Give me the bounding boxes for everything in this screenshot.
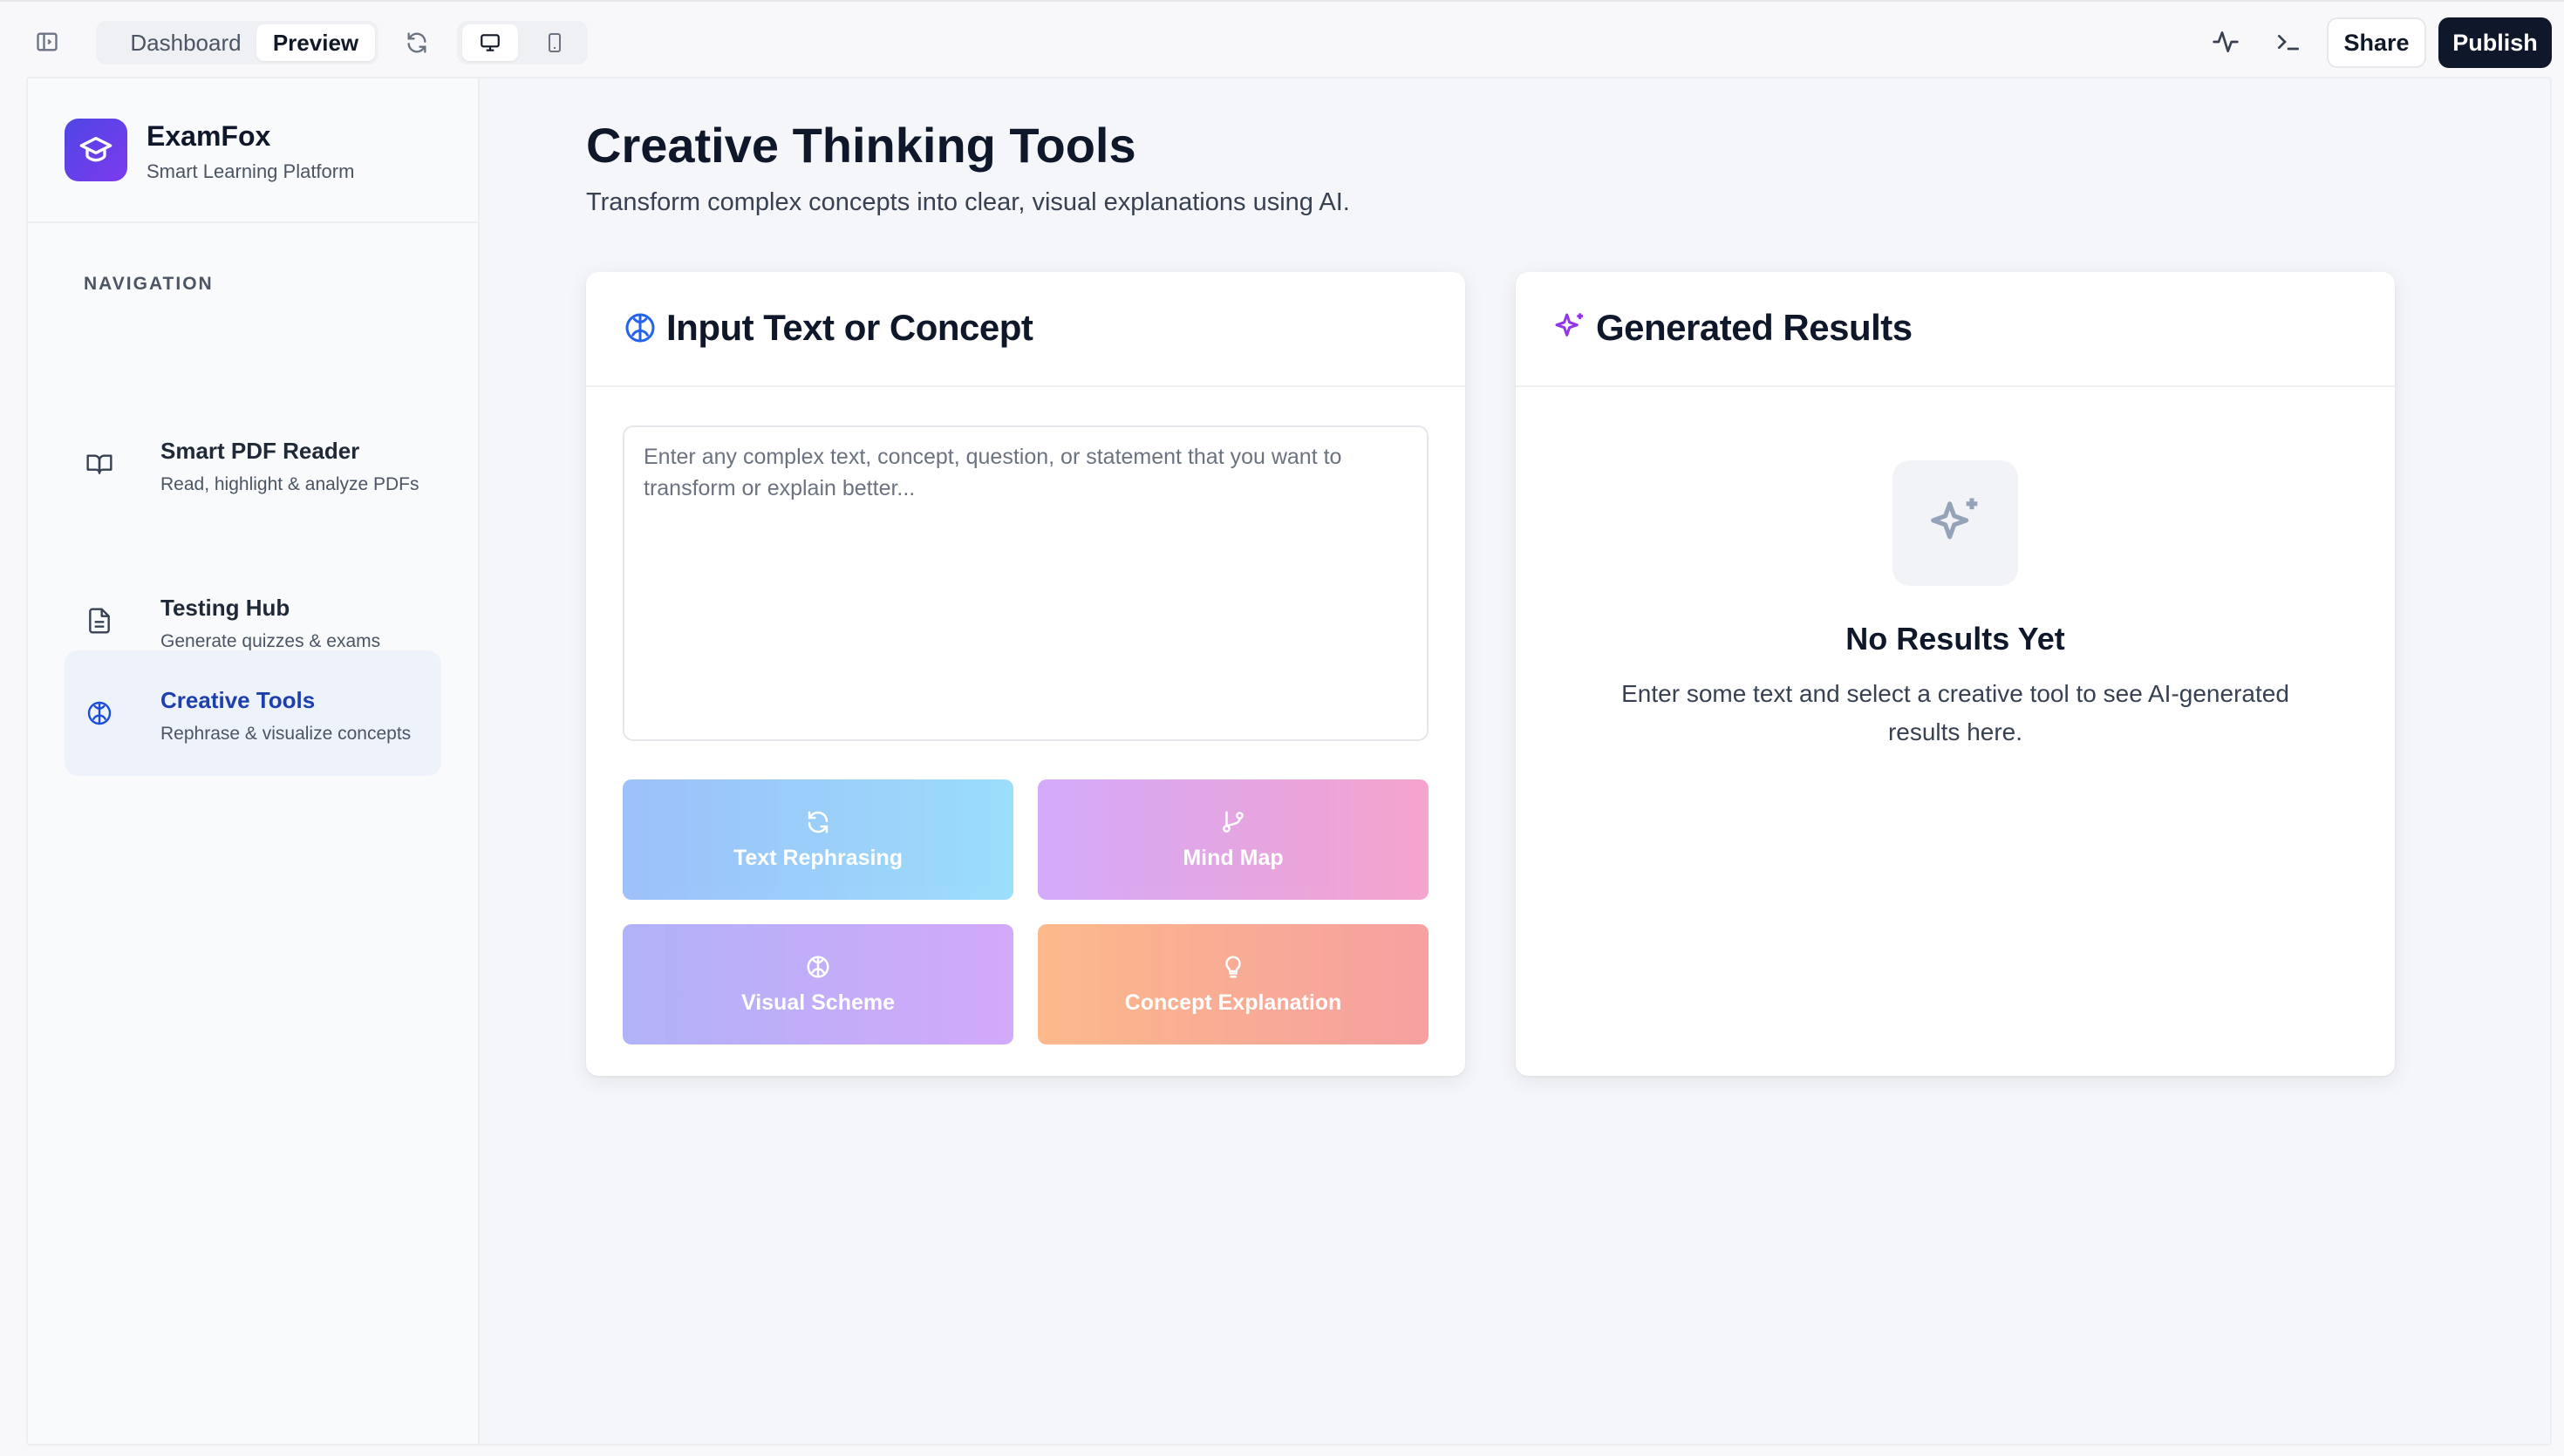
- share-button[interactable]: Share: [2327, 17, 2426, 68]
- concept-input[interactable]: [623, 425, 1429, 741]
- terminal-icon[interactable]: [2264, 17, 2313, 66]
- brain-icon: [623, 310, 658, 345]
- tab-dashboard[interactable]: Dashboard: [108, 24, 263, 61]
- results-card-title: Generated Results: [1596, 307, 1913, 348]
- input-card: Input Text or Concept Text Rephrasing Mi…: [586, 272, 1465, 1076]
- brain-icon: [85, 699, 113, 727]
- concept-explanation-button[interactable]: Concept Explanation: [1038, 924, 1429, 1044]
- tool-label: Mind Map: [1183, 845, 1284, 870]
- book-icon: [85, 450, 113, 478]
- input-card-title: Input Text or Concept: [666, 307, 1033, 348]
- activity-icon[interactable]: [2201, 17, 2250, 66]
- input-card-header: Input Text or Concept: [586, 272, 1465, 387]
- tool-label: Text Rephrasing: [733, 845, 904, 870]
- mind-map-button[interactable]: Mind Map: [1038, 779, 1429, 900]
- top-bar: Dashboard Preview Share Publish: [0, 0, 2564, 77]
- device-toggle: [457, 21, 588, 65]
- sidebar-toggle-icon[interactable]: [23, 17, 72, 66]
- tool-label: Visual Scheme: [740, 990, 896, 1015]
- sidebar-item-desc: Read, highlight & analyze PDFs: [160, 474, 419, 494]
- sidebar: ExamFox Smart Learning Platform NAVIGATI…: [28, 78, 480, 1444]
- sidebar-item-smart-pdf-reader[interactable]: Smart PDF Reader Read, highlight & analy…: [65, 401, 441, 527]
- git-branch-icon: [1223, 811, 1244, 833]
- sidebar-item-creative-tools[interactable]: Creative Tools Rephrase & visualize conc…: [65, 650, 441, 776]
- sidebar-item-label: Smart PDF Reader: [160, 438, 360, 464]
- publish-button[interactable]: Publish: [2438, 17, 2552, 68]
- sidebar-item-desc: Rephrase & visualize concepts: [160, 724, 412, 744]
- text-rephrasing-button[interactable]: Text Rephrasing: [623, 779, 1013, 900]
- desktop-icon[interactable]: [462, 24, 518, 61]
- empty-state-description: Enter some text and select a creative to…: [1621, 680, 2289, 745]
- preview-frame: ExamFox Smart Learning Platform NAVIGATI…: [26, 77, 2552, 1446]
- sparkles-icon: [1892, 460, 2018, 586]
- refresh-icon: [808, 811, 829, 833]
- page-title: Creative Thinking Tools: [586, 118, 1136, 173]
- nav-heading: NAVIGATION: [84, 274, 214, 294]
- brand-subtitle: Smart Learning Platform: [147, 160, 355, 182]
- results-card: Generated Results No Results Yet Enter s…: [1516, 272, 2395, 1076]
- lightbulb-icon: [1225, 955, 1241, 977]
- page-subtitle: Transform complex concepts into clear, v…: [586, 188, 1350, 216]
- brand-name: ExamFox: [147, 120, 271, 152]
- brand: ExamFox Smart Learning Platform: [28, 78, 478, 223]
- view-tabs: Dashboard Preview: [96, 21, 378, 65]
- refresh-icon[interactable]: [392, 18, 441, 67]
- brain-icon: [807, 956, 829, 977]
- tab-preview[interactable]: Preview: [256, 24, 375, 61]
- visual-scheme-button[interactable]: Visual Scheme: [623, 924, 1013, 1044]
- sidebar-item-desc: Generate quizzes & exams: [160, 631, 381, 651]
- sidebar-item-label: Creative Tools: [160, 687, 316, 713]
- empty-state-title: No Results Yet: [1845, 621, 2065, 657]
- mobile-icon[interactable]: [527, 24, 583, 61]
- sidebar-item-label: Testing Hub: [160, 595, 290, 621]
- graduation-cap-icon: [65, 119, 127, 181]
- sparkles-icon: [1552, 310, 1587, 345]
- results-card-header: Generated Results: [1516, 272, 2395, 387]
- tool-label: Concept Explanation: [1124, 990, 1342, 1015]
- document-icon: [85, 607, 113, 635]
